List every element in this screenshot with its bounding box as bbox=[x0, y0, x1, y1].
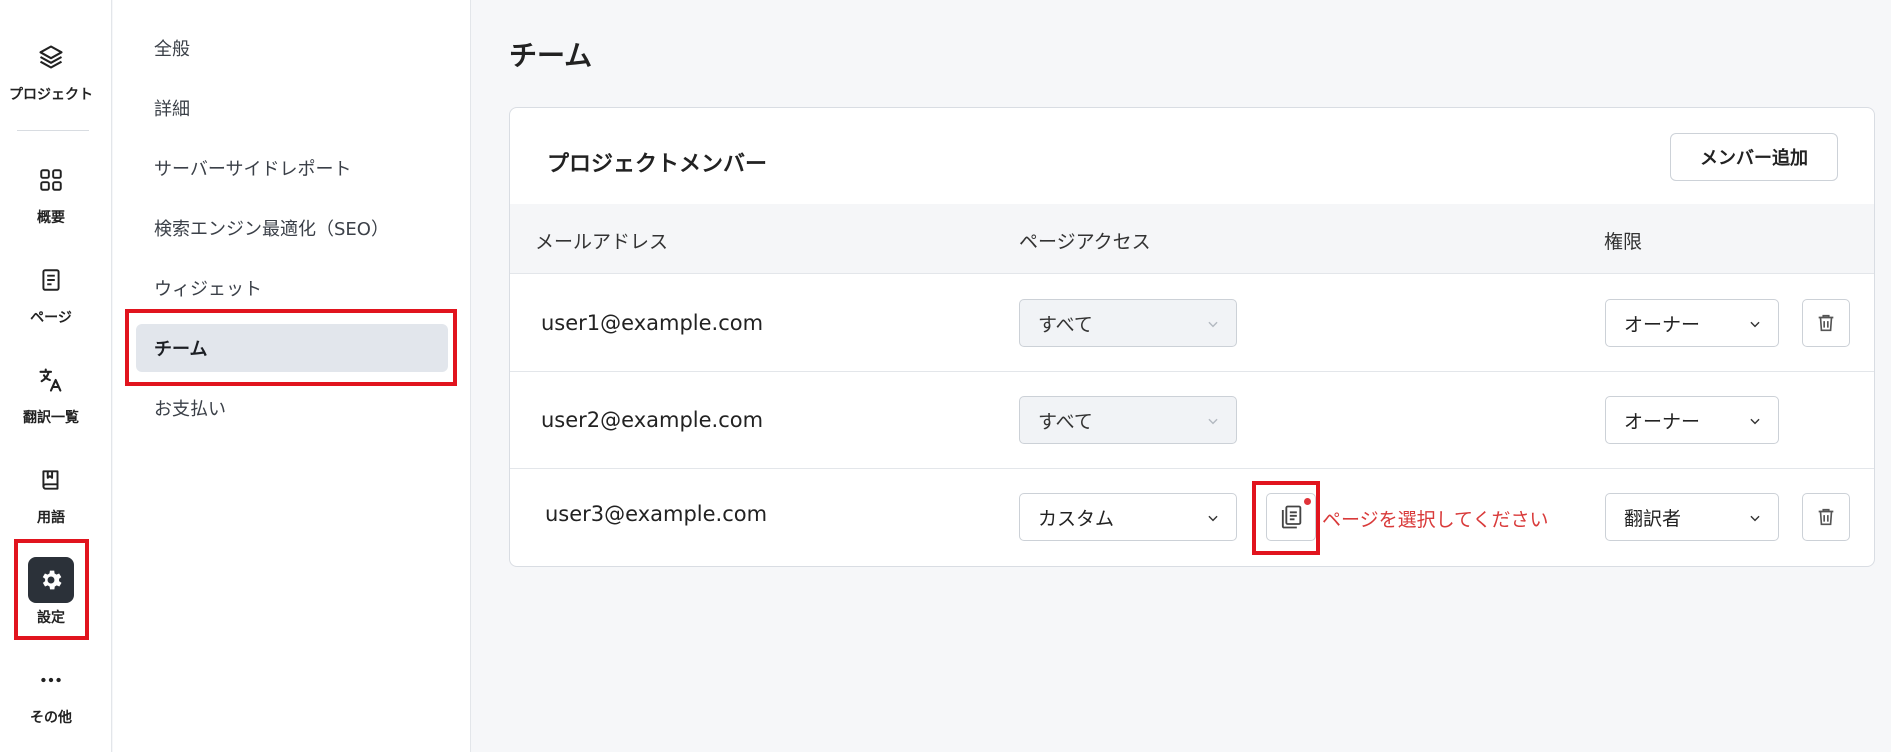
submenu-item-general[interactable]: 全般 bbox=[136, 24, 448, 72]
trash-icon bbox=[1818, 314, 1834, 332]
rail-label: 翻訳一覧 bbox=[23, 410, 79, 426]
rail-label: ページ bbox=[30, 310, 72, 326]
select-value: すべて bbox=[1038, 410, 1093, 433]
rail-label: その他 bbox=[30, 710, 72, 726]
chevron-down-icon bbox=[1208, 321, 1218, 328]
rail-item-overview[interactable]: 概要 bbox=[0, 157, 102, 227]
page-access-select[interactable]: カスタム bbox=[1019, 493, 1237, 541]
rail-divider bbox=[17, 130, 89, 131]
select-value: すべて bbox=[1038, 313, 1093, 336]
book-icon bbox=[28, 457, 74, 503]
delete-member-button[interactable] bbox=[1802, 493, 1850, 541]
copy-pages-icon bbox=[1281, 505, 1302, 529]
submenu-item-widget[interactable]: ウィジェット bbox=[136, 264, 448, 312]
rail-item-translations[interactable]: 翻訳一覧 bbox=[0, 357, 102, 427]
member-email: user2@example.com bbox=[541, 408, 764, 432]
page-select-error: ページを選択してください bbox=[1322, 509, 1549, 531]
submenu-item-seo[interactable]: 検索エンジン最適化（SEO） bbox=[136, 204, 448, 252]
more-icon bbox=[28, 657, 74, 703]
role-select[interactable]: オーナー bbox=[1605, 299, 1779, 347]
rail-label: プロジェクト bbox=[9, 87, 93, 103]
role-select[interactable]: 翻訳者 bbox=[1605, 493, 1779, 541]
rail-item-more[interactable]: その他 bbox=[0, 657, 102, 727]
chevron-down-icon bbox=[1750, 321, 1760, 328]
rail-item-settings[interactable]: 設定 bbox=[0, 557, 102, 627]
document-icon bbox=[28, 257, 74, 303]
page-access-select: すべて bbox=[1019, 396, 1237, 444]
chevron-down-icon bbox=[1750, 515, 1760, 522]
select-value: 翻訳者 bbox=[1624, 507, 1682, 530]
icon-rail: プロジェクト 概要 ページ 翻訳一覧 用語 設定 その他 bbox=[0, 0, 112, 752]
trash-icon bbox=[1818, 508, 1834, 526]
chevron-down-icon bbox=[1208, 418, 1218, 425]
submenu-item-billing[interactable]: お支払い bbox=[136, 384, 448, 432]
add-member-button[interactable]: メンバー追加 bbox=[1670, 133, 1838, 181]
main-content: チーム プロジェクトメンバー メンバー追加 メールアドレス ページアクセス 権限… bbox=[472, 0, 1891, 752]
page-access-select: すべて bbox=[1019, 299, 1237, 347]
rail-label: 概要 bbox=[37, 210, 65, 226]
column-page-access: ページアクセス bbox=[1019, 231, 1151, 253]
layers-icon bbox=[28, 34, 74, 80]
submenu-item-server-report[interactable]: サーバーサイドレポート bbox=[136, 144, 448, 192]
submenu-item-details[interactable]: 詳細 bbox=[136, 84, 448, 132]
select-value: カスタム bbox=[1038, 507, 1115, 530]
rail-item-project[interactable]: プロジェクト bbox=[0, 34, 102, 104]
translate-icon bbox=[28, 357, 74, 403]
chevron-down-icon bbox=[1750, 418, 1760, 425]
gear-icon bbox=[28, 557, 74, 603]
select-value: オーナー bbox=[1624, 410, 1701, 433]
settings-submenu: 全般 詳細 サーバーサイドレポート 検索エンジン最適化（SEO） ウィジェット … bbox=[113, 0, 471, 752]
rail-item-glossary[interactable]: 用語 bbox=[0, 457, 102, 527]
column-role: 権限 bbox=[1604, 231, 1643, 253]
column-email: メールアドレス bbox=[535, 231, 669, 253]
delete-member-button[interactable] bbox=[1802, 299, 1850, 347]
submenu-item-team[interactable]: チーム bbox=[136, 324, 448, 372]
table-header: メールアドレス ページアクセス 権限 bbox=[510, 204, 1874, 274]
page-title: チーム bbox=[509, 39, 593, 72]
table-row: user3@example.com カスタム ページを選択してください 翻訳者 bbox=[510, 469, 1874, 566]
table-row: user2@example.com すべて オーナー bbox=[510, 372, 1874, 469]
select-value: オーナー bbox=[1624, 313, 1701, 336]
notification-dot bbox=[1304, 498, 1311, 505]
members-title: プロジェクトメンバー bbox=[547, 152, 768, 177]
grid-icon bbox=[28, 157, 74, 203]
chevron-down-icon bbox=[1208, 515, 1218, 522]
role-select[interactable]: オーナー bbox=[1605, 396, 1779, 444]
select-pages-button[interactable] bbox=[1266, 493, 1316, 541]
rail-label: 設定 bbox=[37, 610, 65, 626]
member-email: user1@example.com bbox=[541, 311, 764, 335]
table-row: user1@example.com すべて オーナー bbox=[510, 275, 1874, 372]
rail-item-pages[interactable]: ページ bbox=[0, 257, 102, 327]
rail-label: 用語 bbox=[37, 510, 65, 526]
members-card: プロジェクトメンバー メンバー追加 メールアドレス ページアクセス 権限 use… bbox=[509, 107, 1875, 567]
member-email: user3@example.com bbox=[545, 502, 768, 526]
